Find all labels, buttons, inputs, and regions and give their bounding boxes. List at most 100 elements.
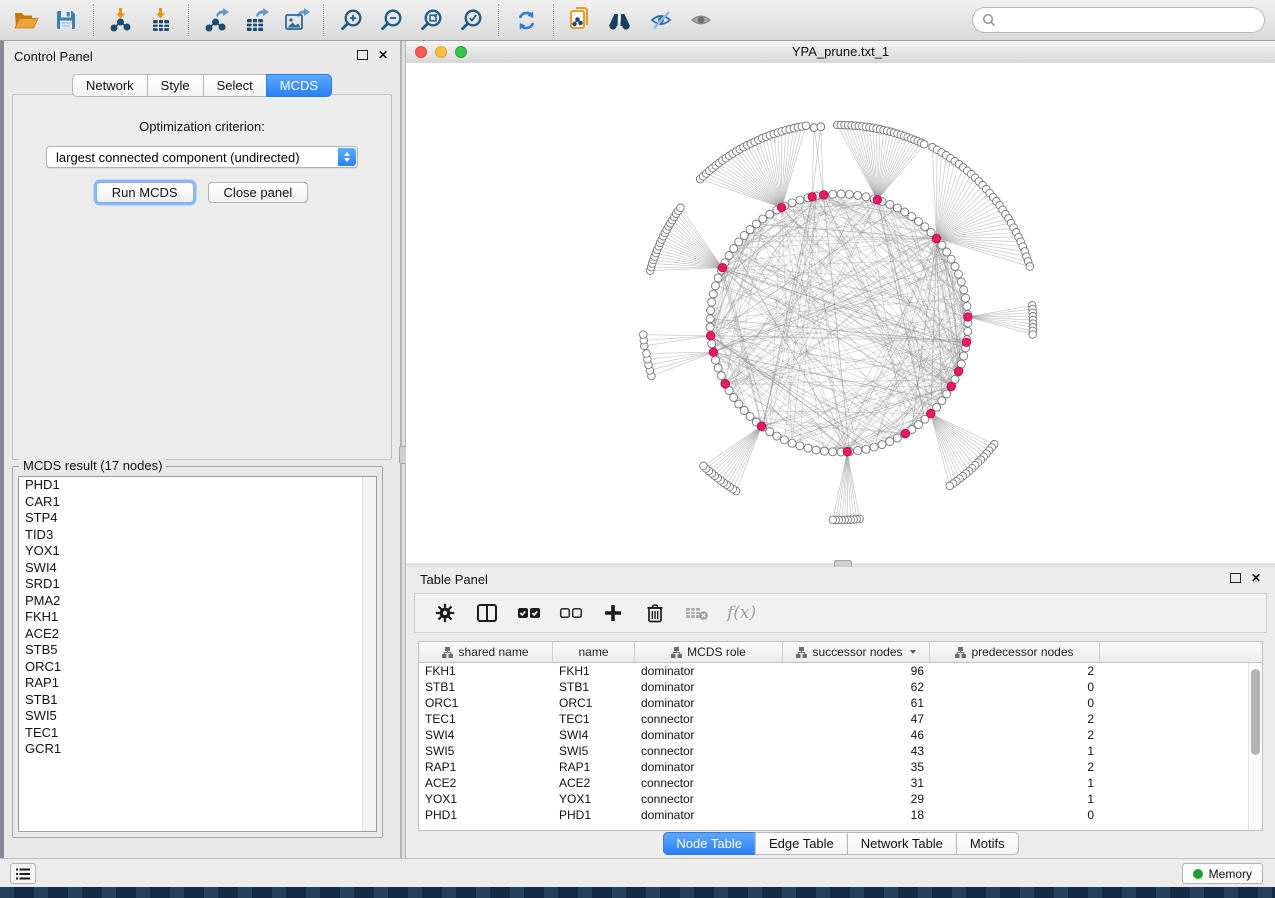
mcds-result-item[interactable]: RAP1 — [19, 675, 376, 692]
open-session-button[interactable] — [6, 3, 46, 37]
table-cell[interactable]: RAP1 — [553, 759, 635, 775]
table-tab-edge-table[interactable]: Edge Table — [755, 832, 847, 855]
table-row[interactable]: STB1STB1dominator620 — [419, 679, 1262, 695]
mcds-result-item[interactable]: YOX1 — [19, 543, 376, 560]
mcds-result-item[interactable]: STP4 — [19, 510, 376, 527]
export-network-button[interactable] — [196, 3, 236, 37]
show-column-panel-button[interactable] — [471, 597, 503, 629]
table-row[interactable]: SWI4SWI4dominator462 — [419, 727, 1262, 743]
network-canvas[interactable] — [406, 63, 1275, 563]
column-header-successor-nodes[interactable]: successor nodes — [783, 642, 930, 662]
table-row[interactable]: YOX1YOX1connector291 — [419, 791, 1262, 807]
mcds-result-item[interactable]: PMA2 — [19, 593, 376, 610]
first-neighbors-button[interactable] — [601, 3, 641, 37]
table-cell[interactable]: 1 — [930, 791, 1100, 807]
table-cell[interactable]: 31 — [783, 775, 930, 791]
select-all-columns-button[interactable] — [513, 597, 545, 629]
table-cell[interactable]: PHD1 — [553, 807, 635, 823]
table-tab-motifs[interactable]: Motifs — [956, 832, 1019, 855]
save-session-button[interactable] — [46, 3, 86, 37]
table-cell[interactable]: ACE2 — [553, 775, 635, 791]
table-cell[interactable]: 62 — [783, 679, 930, 695]
table-cell[interactable]: ORC1 — [553, 695, 635, 711]
search-input[interactable] — [1002, 12, 1264, 29]
table-scrollbar[interactable] — [1248, 663, 1262, 830]
tab-style[interactable]: Style — [147, 74, 203, 97]
table-cell[interactable]: 1 — [930, 743, 1100, 759]
close-panel-icon[interactable]: ✕ — [378, 50, 388, 60]
table-tab-network-table[interactable]: Network Table — [847, 832, 956, 855]
hide-selected-button[interactable] — [641, 3, 681, 37]
mcds-result-item[interactable]: SRD1 — [19, 576, 376, 593]
mcds-result-item[interactable]: PHD1 — [19, 477, 376, 494]
mcds-result-item[interactable]: ACE2 — [19, 626, 376, 643]
table-scrollbar-thumb[interactable] — [1251, 669, 1260, 755]
table-tab-node-table[interactable]: Node Table — [662, 832, 755, 855]
table-cell[interactable]: ORC1 — [419, 695, 553, 711]
table-cell[interactable]: TEC1 — [553, 711, 635, 727]
delete-column-button[interactable] — [639, 597, 671, 629]
import-network-button[interactable] — [101, 3, 141, 37]
memory-button[interactable]: Memory — [1182, 863, 1263, 884]
table-row[interactable]: FKH1FKH1dominator962 — [419, 663, 1262, 679]
zoom-out-button[interactable] — [371, 3, 411, 37]
float-panel-icon[interactable] — [357, 50, 368, 60]
table-cell[interactable]: 2 — [930, 711, 1100, 727]
table-row[interactable]: SWI5SWI5connector431 — [419, 743, 1262, 759]
table-cell[interactable]: dominator — [635, 663, 783, 679]
table-cell[interactable]: FKH1 — [419, 663, 553, 679]
table-cell[interactable]: SWI4 — [419, 727, 553, 743]
table-row[interactable]: RAP1RAP1dominator352 — [419, 759, 1262, 775]
mcds-result-item[interactable]: TEC1 — [19, 725, 376, 742]
table-settings-button[interactable] — [429, 597, 461, 629]
table-cell[interactable]: PHD1 — [419, 807, 553, 823]
table-cell[interactable]: 43 — [783, 743, 930, 759]
optimization-criterion-select[interactable]: largest connected component (undirected) — [46, 146, 358, 168]
column-header-MCDS-role[interactable]: MCDS role — [635, 642, 783, 662]
table-cell[interactable]: 46 — [783, 727, 930, 743]
mcds-result-item[interactable]: TID3 — [19, 527, 376, 544]
mcds-list-scrollbar[interactable] — [362, 477, 376, 831]
table-cell[interactable]: dominator — [635, 679, 783, 695]
network-graph[interactable] — [406, 63, 1275, 563]
column-header-shared-name[interactable]: shared name — [419, 642, 553, 662]
table-cell[interactable]: 2 — [930, 663, 1100, 679]
table-cell[interactable]: 47 — [783, 711, 930, 727]
table-cell[interactable]: dominator — [635, 727, 783, 743]
table-cell[interactable]: 2 — [930, 727, 1100, 743]
apply-layout-button[interactable] — [506, 3, 546, 37]
table-cell[interactable]: SWI4 — [553, 727, 635, 743]
mcds-result-item[interactable]: STB1 — [19, 692, 376, 709]
table-cell[interactable]: 61 — [783, 695, 930, 711]
table-cell[interactable]: 2 — [930, 759, 1100, 775]
column-header-name[interactable]: name — [553, 642, 635, 662]
table-cell[interactable]: SWI5 — [419, 743, 553, 759]
table-cell[interactable]: 18 — [783, 807, 930, 823]
table-cell[interactable]: 96 — [783, 663, 930, 679]
table-cell[interactable]: 1 — [930, 775, 1100, 791]
column-header-predecessor-nodes[interactable]: predecessor nodes — [930, 642, 1100, 662]
float-table-panel-icon[interactable] — [1230, 573, 1241, 583]
table-cell[interactable]: 0 — [930, 807, 1100, 823]
export-image-button[interactable] — [276, 3, 316, 37]
show-all-button[interactable] — [681, 3, 721, 37]
table-cell[interactable]: FKH1 — [553, 663, 635, 679]
table-cell[interactable]: dominator — [635, 807, 783, 823]
table-cell[interactable]: YOX1 — [553, 791, 635, 807]
table-cell[interactable]: YOX1 — [419, 791, 553, 807]
table-cell[interactable]: dominator — [635, 695, 783, 711]
table-cell[interactable]: connector — [635, 775, 783, 791]
mcds-result-item[interactable]: CAR1 — [19, 494, 376, 511]
table-cell[interactable]: 0 — [930, 695, 1100, 711]
tab-select[interactable]: Select — [203, 74, 266, 97]
table-cell[interactable]: RAP1 — [419, 759, 553, 775]
table-row[interactable]: TEC1TEC1connector472 — [419, 711, 1262, 727]
task-history-button[interactable] — [10, 863, 36, 884]
tab-network[interactable]: Network — [72, 74, 147, 97]
close-panel-button[interactable]: Close panel — [208, 182, 309, 203]
table-row[interactable]: PHD1PHD1dominator180 — [419, 807, 1262, 823]
table-row[interactable]: ORC1ORC1dominator610 — [419, 695, 1262, 711]
close-window-button[interactable] — [415, 46, 427, 58]
table-cell[interactable]: connector — [635, 711, 783, 727]
deselect-all-columns-button[interactable] — [555, 597, 587, 629]
